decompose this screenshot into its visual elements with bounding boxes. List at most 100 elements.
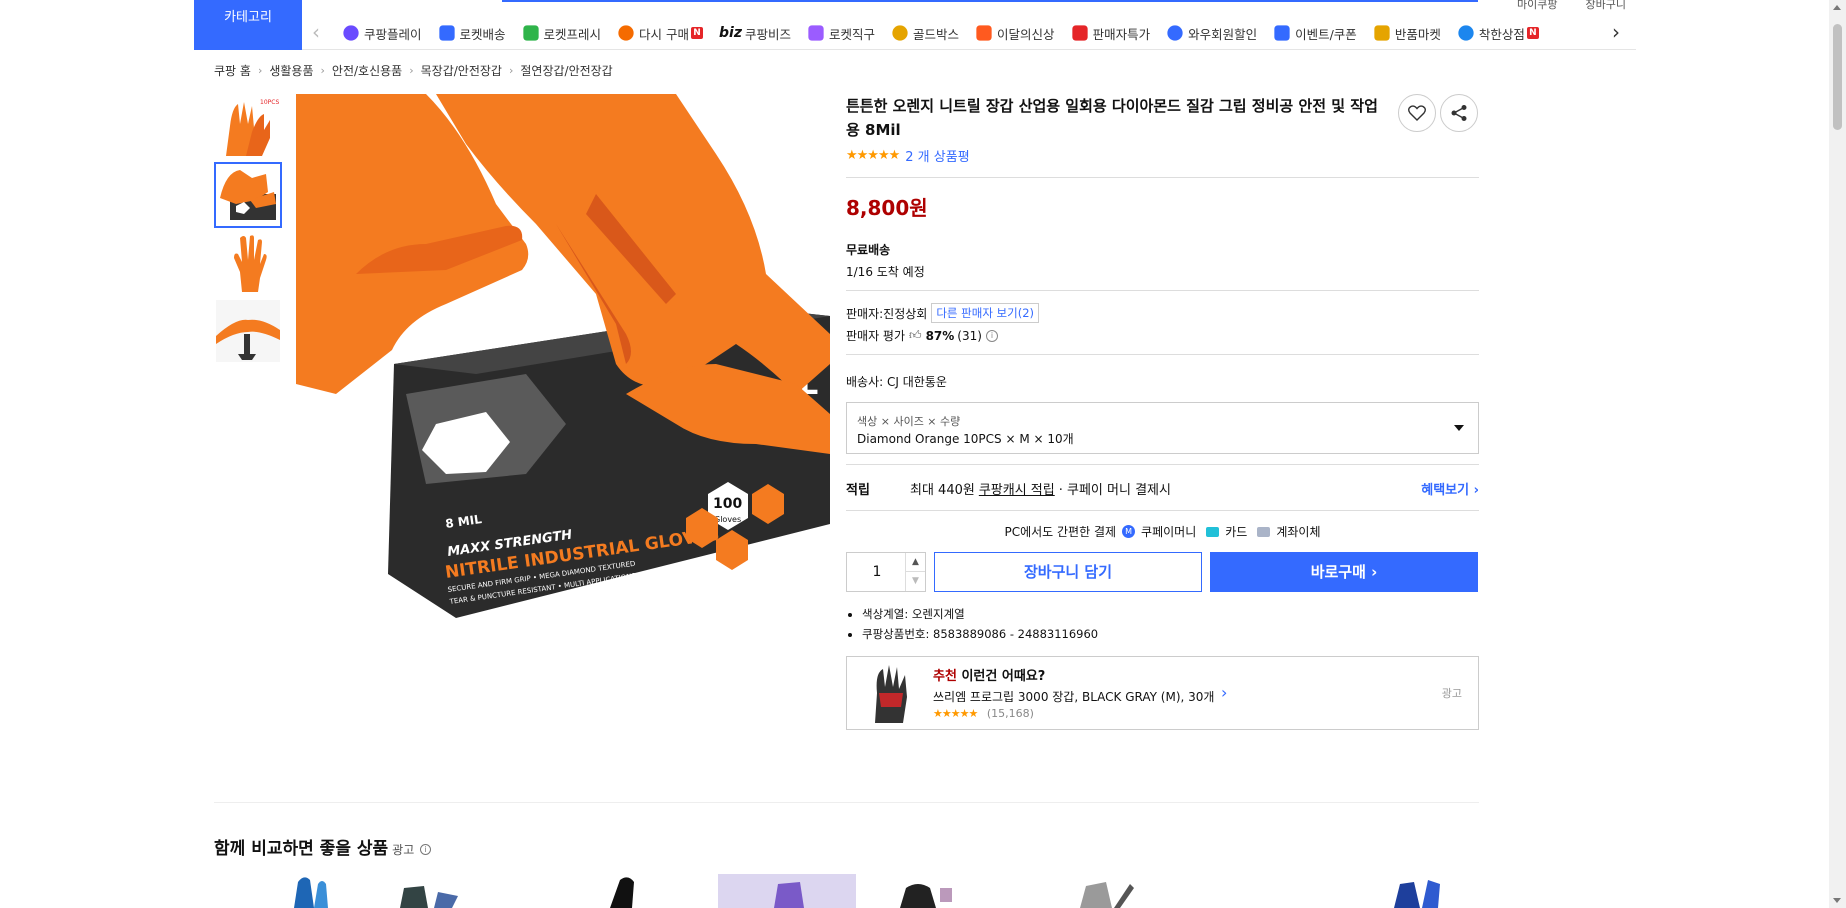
scroll-up-arrow[interactable] (1833, 5, 1841, 10)
compare-product-7[interactable] (1394, 880, 1440, 908)
breadcrumb-link[interactable]: 쿠팡 홈 (214, 62, 251, 79)
breadcrumb-link[interactable]: 목장갑/안전장갑 (421, 62, 502, 79)
buy-now-button[interactable]: 바로구매 › (1210, 552, 1478, 592)
divider (846, 290, 1479, 291)
thumbnail-4[interactable] (214, 298, 282, 364)
thumbnail-2[interactable] (214, 162, 282, 228)
free-shipping-label: 무료배송 (846, 243, 891, 257)
info-icon[interactable]: i (985, 329, 998, 342)
nav-item-10[interactable]: 이벤트/쿠폰 (1265, 22, 1365, 44)
cart-link[interactable]: 장바구니 (1586, 0, 1626, 12)
wishlist-button[interactable] (1398, 94, 1436, 132)
nav-item-12[interactable]: 착한상점 N (1449, 22, 1547, 44)
option-select[interactable]: 색상 × 사이즈 × 수량 Diamond Orange 10PCS × M ×… (846, 402, 1479, 454)
attribute-item: 쿠팡상품번호: 8583889086 - 24883116960 (862, 626, 1479, 642)
new-arrivals-icon (976, 25, 992, 41)
reward-label: 적립 (846, 483, 870, 498)
product-rating: ★★★★★ 2 개 상품평 (846, 146, 1479, 165)
main-product-image[interactable]: XL 8 MIL MAXX STRENGTH NITRILE INDUSTRIA… (296, 94, 830, 618)
quantity-stepper: 1 ▲ ▼ (846, 552, 926, 592)
nav-item-4[interactable]: biz 쿠팡비즈 (711, 22, 799, 44)
scroll-down-arrow[interactable] (1833, 898, 1841, 903)
compare-product-3[interactable] (610, 877, 634, 908)
nav-item-7[interactable]: 이달의신상 (967, 22, 1063, 44)
nav-item-9[interactable]: 와우회원할인 (1158, 22, 1265, 44)
rocket-global-icon (808, 25, 824, 41)
compare-product-5[interactable] (900, 884, 952, 908)
nav-item-1[interactable]: 로켓배송 (430, 22, 514, 44)
category-button[interactable]: 카테고리 (194, 0, 302, 50)
mycoupang-link[interactable]: 마이쿠팡 (1517, 0, 1557, 12)
thumbs-up-icon: 👍︎ (909, 328, 922, 342)
nav-item-2[interactable]: 로켓프레시 (514, 22, 610, 44)
breadcrumb-link[interactable]: 안전/호신용품 (332, 62, 402, 79)
nav-item-label: 착한상점 (1478, 26, 1525, 42)
recommendation-prefix: 추천 (933, 669, 957, 684)
divider (846, 177, 1479, 178)
chevron-right-icon: › (409, 64, 414, 77)
nav-item-label: 쿠팡플레이 (364, 26, 422, 42)
breadcrumb-link[interactable]: 생활용품 (269, 62, 313, 79)
compare-product-2[interactable] (400, 886, 458, 908)
page-scrollbar[interactable] (1829, 0, 1846, 908)
scroll-thumb[interactable] (1833, 24, 1842, 130)
seller-row: 판매자: 진정상회 다른 판매자 보기(2) (846, 303, 1479, 323)
breadcrumb-link[interactable]: 절연장갑/안전장갑 (520, 62, 612, 79)
nav-item-6[interactable]: 골드박스 (883, 22, 967, 44)
return-market-icon (1374, 25, 1390, 41)
quantity-input[interactable]: 1 (847, 553, 907, 591)
seller-rating-row: 판매자 평가 👍︎ 87% (31) i (846, 327, 1479, 344)
nav-next-arrow[interactable]: › (1612, 22, 1620, 42)
pay-label: PC에서도 간편한 결제 (1004, 525, 1117, 539)
buy-now-label: 바로구매 (1310, 563, 1366, 581)
nav-item-8[interactable]: 판매자특가 (1063, 22, 1159, 44)
payment-methods: PC에서도 간편한 결제 M 쿠페이머니 카드 계좌이체 (846, 523, 1479, 540)
rebuy-icon (618, 25, 634, 41)
seller-label: 판매자: (846, 306, 884, 321)
review-count-link[interactable]: 2 개 상품평 (905, 146, 969, 165)
seller-name: 진정상회 (883, 306, 928, 321)
thumbnail-list: 10PCS (214, 94, 282, 366)
product-title: 튼튼한 오렌지 니트릴 장갑 산업용 일회용 다이아몬드 질감 그립 정비공 안… (846, 97, 1378, 139)
other-sellers-button[interactable]: 다른 판매자 보기(2) (931, 303, 1040, 323)
recommendation-product-name: 쓰리엠 프로그립 3000 장갑, BLACK GRAY (M), 30개 (933, 690, 1215, 704)
nav-item-label: 판매자특가 (1092, 26, 1151, 42)
nav-item-label: 이달의신상 (997, 26, 1055, 42)
chevron-right-icon[interactable]: › (1221, 683, 1227, 702)
rating-stars: ★★★★★ (846, 148, 900, 163)
carrier-row: 배송사: CJ 대한통운 (846, 373, 1479, 390)
new-badge: N (1526, 27, 1539, 39)
card-icon (1206, 526, 1220, 537)
box-count-unit: Gloves (714, 515, 741, 524)
share-button[interactable] (1440, 94, 1478, 132)
compare-ad-label: 광고 (392, 843, 415, 857)
nav-item-3[interactable]: 다시 구매 N (609, 22, 711, 44)
nav-item-label: 쿠팡비즈 (745, 26, 792, 42)
quantity-increase-button[interactable]: ▲ (905, 553, 925, 572)
info-icon[interactable]: i (420, 843, 432, 855)
pay-method-transfer: 계좌이체 (1276, 525, 1321, 539)
recommendation-title-text: 이런건 어때요? (961, 669, 1046, 684)
thumbnail-1[interactable]: 10PCS (214, 94, 282, 160)
benefit-link[interactable]: 혜택보기 › (1421, 479, 1479, 498)
good-store-icon (1458, 25, 1474, 41)
pay-method-card: 카드 (1225, 525, 1248, 539)
compare-product-1[interactable] (294, 877, 328, 908)
chevron-right-icon: › (320, 64, 325, 77)
nav-item-label: 이벤트/쿠폰 (1295, 26, 1357, 42)
recommendation-review-count: (15,168) (986, 707, 1034, 720)
nav-item-0[interactable]: 쿠팡플레이 (334, 22, 430, 44)
reward-amount: 최대 440원 (910, 483, 975, 498)
quantity-decrease-button[interactable]: ▼ (905, 572, 925, 591)
divider (846, 464, 1479, 465)
compare-product-6[interactable] (1080, 882, 1134, 908)
add-to-cart-button[interactable]: 장바구니 담기 (934, 552, 1202, 592)
compare-product-4[interactable] (718, 874, 856, 908)
thumbnail-3[interactable] (214, 230, 282, 296)
nav-item-11[interactable]: 반품마켓 (1365, 22, 1449, 44)
seller-rating-count: (31) (957, 328, 982, 343)
recommendation-card[interactable]: 추천 이런건 어때요? 쓰리엠 프로그립 3000 장갑, BLACK GRAY… (846, 656, 1479, 730)
nav-prev-arrow[interactable]: ‹ (312, 22, 320, 42)
nav-item-5[interactable]: 로켓직구 (799, 22, 883, 44)
reward-cash-link[interactable]: 쿠팡캐시 적립 (979, 479, 1055, 498)
